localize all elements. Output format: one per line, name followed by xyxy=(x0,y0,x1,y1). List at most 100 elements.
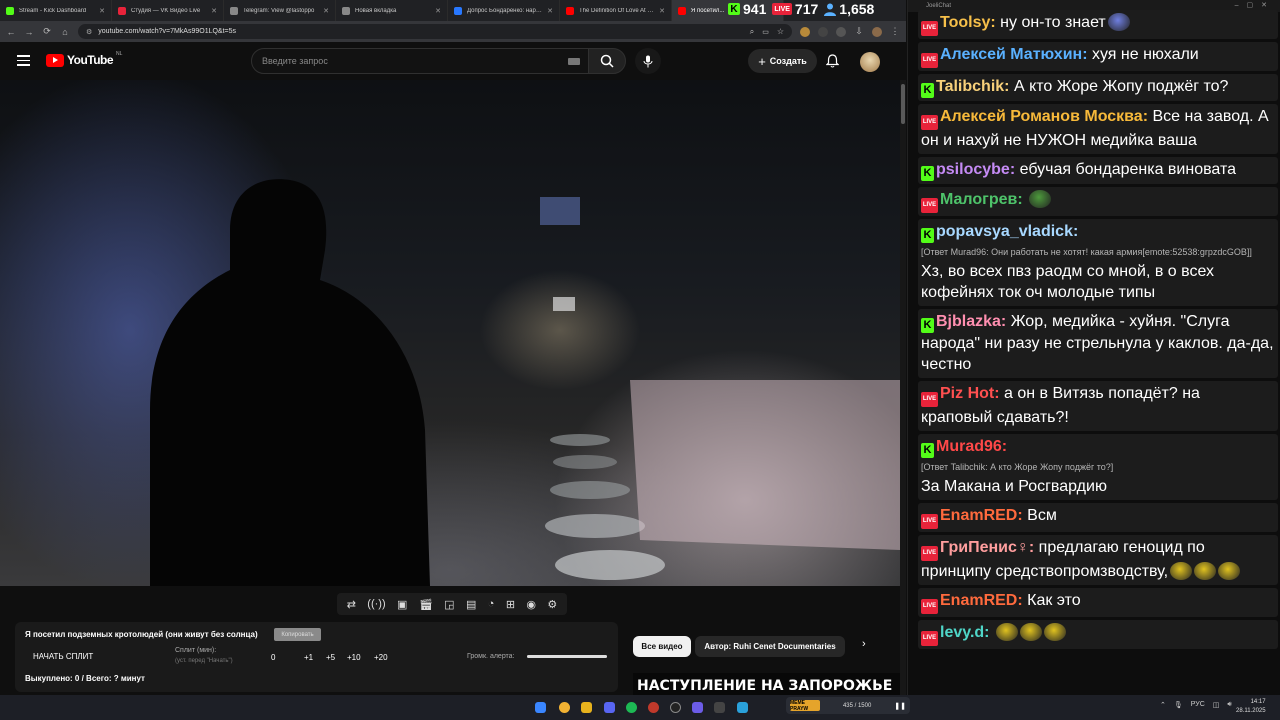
folder-icon[interactable] xyxy=(581,702,592,713)
chat-message[interactable]: LIVE levy.d: xyxy=(918,620,1278,649)
page-scrollbar-thumb[interactable] xyxy=(901,84,905,124)
chevron-up-icon[interactable]: ⌃ xyxy=(1160,701,1166,709)
chat-message[interactable]: Kpsilocybe: ебучая бондаренка виновата xyxy=(918,157,1278,184)
star-icon[interactable]: ☆ xyxy=(777,27,784,36)
chat-message-list[interactable]: LIVE Toolsy: ну он-то знает LIVE Алексей Ма… xyxy=(918,10,1278,652)
forward-icon[interactable]: → xyxy=(24,27,34,37)
chip-all-videos[interactable]: Все видео xyxy=(633,636,691,657)
chat-message[interactable]: LIVE Алексей Романов Москва: Все на завод… xyxy=(918,104,1278,154)
notifications-bell-icon[interactable] xyxy=(825,54,840,71)
chevron-right-icon[interactable]: › xyxy=(862,638,866,650)
back-icon[interactable]: ← xyxy=(6,27,16,37)
cast-icon[interactable]: ▭ xyxy=(762,28,769,36)
thumbnail-caption[interactable]: НАСТУПЛЕНИЕ НА ЗАПОРОЖЬЕ xyxy=(633,673,900,695)
create-button[interactable]: + Создать xyxy=(748,49,817,73)
mic-tray-icon[interactable]: 🎙︎ xyxy=(1174,701,1183,709)
chrome-icon[interactable] xyxy=(559,702,570,713)
browser-tab[interactable]: Допрос Бондаренко: нарко... ✕ xyxy=(448,0,560,21)
chat-message[interactable]: Kpopavsya_vladick: [Ответ Murad96: Они ра… xyxy=(918,219,1278,306)
screen-icon[interactable]: ▣ xyxy=(397,598,407,611)
hamburger-menu-icon[interactable] xyxy=(17,55,30,66)
chat-username[interactable]: levy.d xyxy=(940,624,984,641)
split-value[interactable]: 0 xyxy=(271,653,275,662)
clock[interactable]: 14:17 28.11.2025 xyxy=(1236,698,1266,716)
chat-message[interactable]: LIVE ГриПенис♀: предлагаю геноцид по прин… xyxy=(918,535,1278,585)
chat-username[interactable]: Murad96 xyxy=(936,438,1002,455)
home-icon[interactable]: ⌂ xyxy=(60,27,70,37)
search-button[interactable] xyxy=(588,48,626,74)
camera-icon[interactable]: ◉ xyxy=(526,598,536,611)
extension-icon[interactable] xyxy=(818,26,828,37)
telegram-icon[interactable] xyxy=(737,702,748,713)
close-tab-icon[interactable]: ✕ xyxy=(659,7,665,15)
browser-tab[interactable]: The Definition Of Love At Fi... ✕ xyxy=(560,0,672,21)
obs-icon[interactable] xyxy=(670,702,681,713)
network-icon[interactable]: ◫ xyxy=(1213,701,1220,709)
youtube-logo[interactable]: YouTube NL xyxy=(46,51,122,67)
chat-username[interactable]: Toolsy xyxy=(940,14,990,31)
chat-username[interactable]: Алексей Романов Москва xyxy=(940,108,1143,125)
add-clip-icon[interactable]: ⊞ xyxy=(506,598,515,611)
close-tab-icon[interactable]: ✕ xyxy=(99,7,105,15)
chat-message[interactable]: LIVE Алексей Матюхин: хуя не нюхали xyxy=(918,42,1278,71)
start-split-button[interactable]: НАЧАТЬ СПЛИТ xyxy=(33,652,93,661)
chat-username[interactable]: EnamRED xyxy=(940,592,1017,609)
chat-message[interactable]: K Talibchik: А кто Жоре Жопу поджёг то? xyxy=(918,74,1278,101)
video-player[interactable] xyxy=(0,80,900,586)
search-page-icon[interactable]: ⌕ xyxy=(750,27,754,37)
chat-username[interactable]: Малогрев xyxy=(940,191,1017,208)
chat-message[interactable]: LIVE EnamRED: Как это xyxy=(918,588,1278,617)
speed-icon[interactable]: ◔ xyxy=(488,598,495,610)
browser-tab[interactable]: Студия — VK Видео Live ✕ xyxy=(112,0,224,21)
app-icon[interactable] xyxy=(692,702,703,713)
chat-username[interactable]: Piz Hot xyxy=(940,385,994,402)
site-info-icon[interactable]: ⚙ xyxy=(86,28,92,36)
chat-message[interactable]: LIVE Toolsy: ну он-то знает xyxy=(918,10,1278,39)
avatar[interactable] xyxy=(860,52,880,72)
chat-message[interactable]: LIVE Piz Hot: а он в Витязь попадёт? на к… xyxy=(918,381,1278,431)
settings-icon[interactable]: ⚙ xyxy=(547,598,557,611)
volume-icon[interactable]: 🔊︎ xyxy=(1227,701,1231,709)
app-icon[interactable] xyxy=(648,702,659,713)
chat-message[interactable]: K Bjblazka: Жор, медийка - хуйня. "Слуга … xyxy=(918,309,1278,378)
close-tab-icon[interactable]: ✕ xyxy=(211,7,217,15)
page-scrollbar[interactable] xyxy=(900,80,906,695)
discord-icon[interactable] xyxy=(604,702,615,713)
window-controls[interactable]: –▢✕ xyxy=(1235,1,1275,9)
menu-icon[interactable]: ⋮ xyxy=(890,26,900,37)
clapper-icon[interactable]: 🎬︎ xyxy=(419,598,433,611)
pip-icon[interactable]: ◲ xyxy=(444,598,454,611)
start-icon[interactable] xyxy=(535,702,546,713)
close-tab-icon[interactable]: ✕ xyxy=(435,7,441,15)
close-tab-icon[interactable]: ✕ xyxy=(547,7,553,15)
repeat-icon[interactable]: ⇄ xyxy=(347,598,356,611)
chat-username[interactable]: popavsya_vladick xyxy=(936,223,1073,240)
chat-message[interactable]: K Murad96: [Ответ Talibchik: А кто Жоре Жо… xyxy=(918,434,1278,500)
search-input[interactable]: Введите запрос xyxy=(251,48,589,74)
puzzle-icon[interactable] xyxy=(836,26,846,37)
spotify-icon[interactable] xyxy=(626,702,637,713)
browser-tab[interactable]: Telegram: View @lastoppo ✕ xyxy=(224,0,336,21)
keyboard-layout[interactable]: РУС xyxy=(1191,701,1205,709)
increment-button[interactable]: +1 xyxy=(304,653,313,662)
voice-search-button[interactable] xyxy=(635,48,661,74)
chat-message[interactable]: LIVE Малогрев: xyxy=(918,187,1278,216)
chat-message[interactable]: LIVE EnamRED: Всм xyxy=(918,503,1278,532)
broadcast-icon[interactable]: ((·)) xyxy=(367,598,385,610)
increment-button[interactable]: +10 xyxy=(347,653,361,662)
app-icon[interactable] xyxy=(714,702,725,713)
chat-username[interactable]: psilocybe xyxy=(936,161,1010,178)
reload-icon[interactable]: ⟳ xyxy=(42,26,52,37)
copy-button[interactable]: Копировать xyxy=(274,628,321,641)
chat-username[interactable]: Talibchik xyxy=(936,78,1004,95)
profile-icon[interactable] xyxy=(872,26,882,37)
captions-icon[interactable]: ▤ xyxy=(466,598,476,611)
downloads-icon[interactable]: ⇩ xyxy=(854,26,864,37)
increment-button[interactable]: +5 xyxy=(326,653,335,662)
browser-tab[interactable]: Новая вкладка ✕ xyxy=(336,0,448,21)
chat-username[interactable]: EnamRED xyxy=(940,507,1017,524)
media-widget[interactable]: MEME PRAYW 435 / 1500 ❚❚ xyxy=(786,697,910,714)
url-field[interactable]: ⚙ youtube.com/watch?v=7MkAs99O1LQ&t=5s ⌕… xyxy=(78,24,792,39)
close-tab-icon[interactable]: ✕ xyxy=(323,7,329,15)
browser-tab[interactable]: Stream - Kick Dashboard ✕ xyxy=(0,0,112,21)
